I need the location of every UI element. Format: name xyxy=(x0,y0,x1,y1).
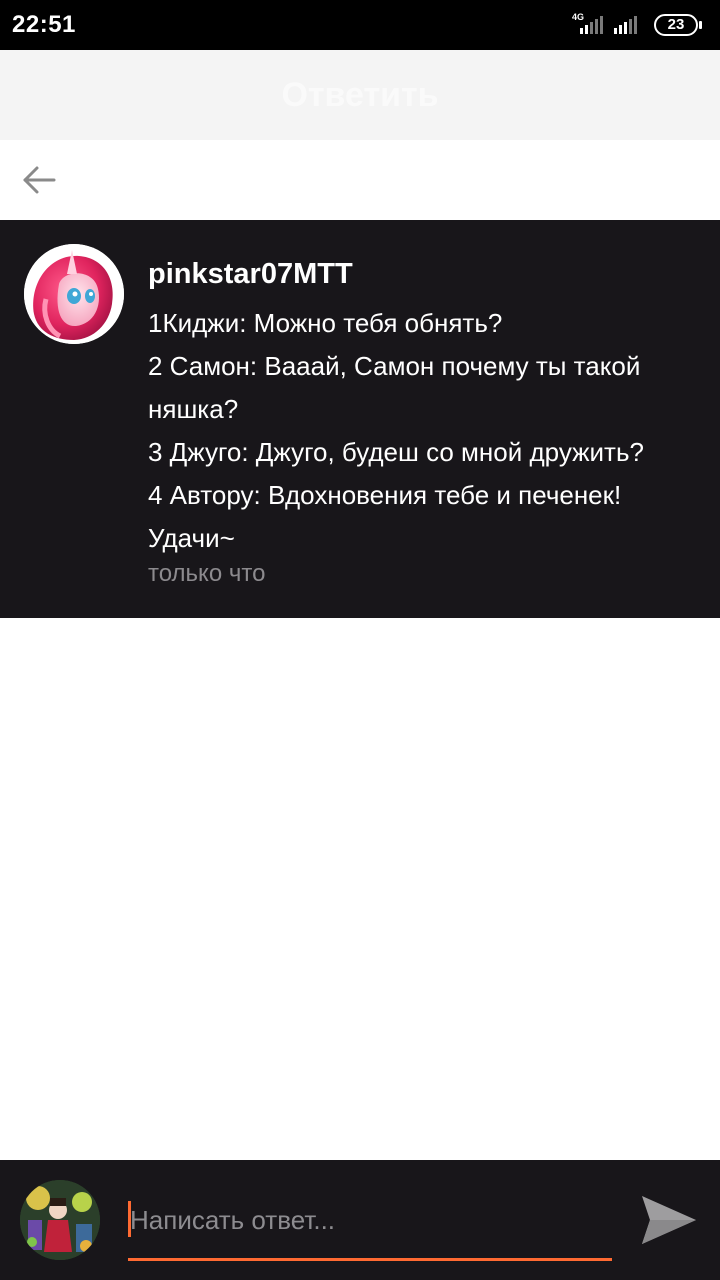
mobile-signal-icon: 4G xyxy=(568,10,608,40)
screen: 22:51 4G 23 Ответить pinkstar07MTT 1Кидж… xyxy=(0,0,720,1280)
reply-field xyxy=(128,1196,612,1262)
status-bar: 22:51 4G 23 xyxy=(0,0,720,50)
comment-line: 3 Джуго: Джуго, будеш со мной дружить? xyxy=(148,437,644,467)
send-button[interactable] xyxy=(640,1194,698,1246)
text-cursor xyxy=(128,1201,131,1237)
nav-bar xyxy=(0,140,720,220)
comment-line: 1Киджи: Можно тебя обнять? xyxy=(148,308,503,338)
reply-underline xyxy=(128,1258,612,1261)
status-icons: 4G 23 xyxy=(568,10,708,40)
status-time: 22:51 xyxy=(12,11,76,38)
comment-line: 2 Самон: Вааай, Самон почему ты такой ня… xyxy=(148,351,641,424)
reply-input[interactable] xyxy=(128,1196,612,1244)
battery-tip xyxy=(699,21,702,29)
page-title: Ответить xyxy=(281,76,439,114)
user-avatar-image xyxy=(20,1180,100,1260)
battery-level: 23 xyxy=(667,16,685,33)
battery-icon: 23 xyxy=(654,14,698,36)
arrow-left-icon xyxy=(23,166,56,194)
avatar[interactable] xyxy=(24,244,124,344)
comment-text: 1Киджи: Можно тебя обнять? 2 Самон: Вааа… xyxy=(148,302,708,560)
reply-bar xyxy=(0,1160,720,1280)
wifi-signal-icon xyxy=(614,14,637,34)
comment: pinkstar07MTT 1Киджи: Можно тебя обнять?… xyxy=(0,220,720,618)
user-avatar[interactable] xyxy=(20,1180,100,1260)
comment-author[interactable]: pinkstar07MTT xyxy=(148,258,353,291)
title-bar: Ответить xyxy=(0,50,720,140)
comment-timestamp: только что xyxy=(148,560,266,587)
comment-line: 4 Автору: Вдохновения тебе и печенек! Уд… xyxy=(148,480,622,553)
send-icon xyxy=(642,1196,696,1244)
back-button[interactable] xyxy=(20,160,60,200)
pony-avatar-image xyxy=(24,244,124,344)
